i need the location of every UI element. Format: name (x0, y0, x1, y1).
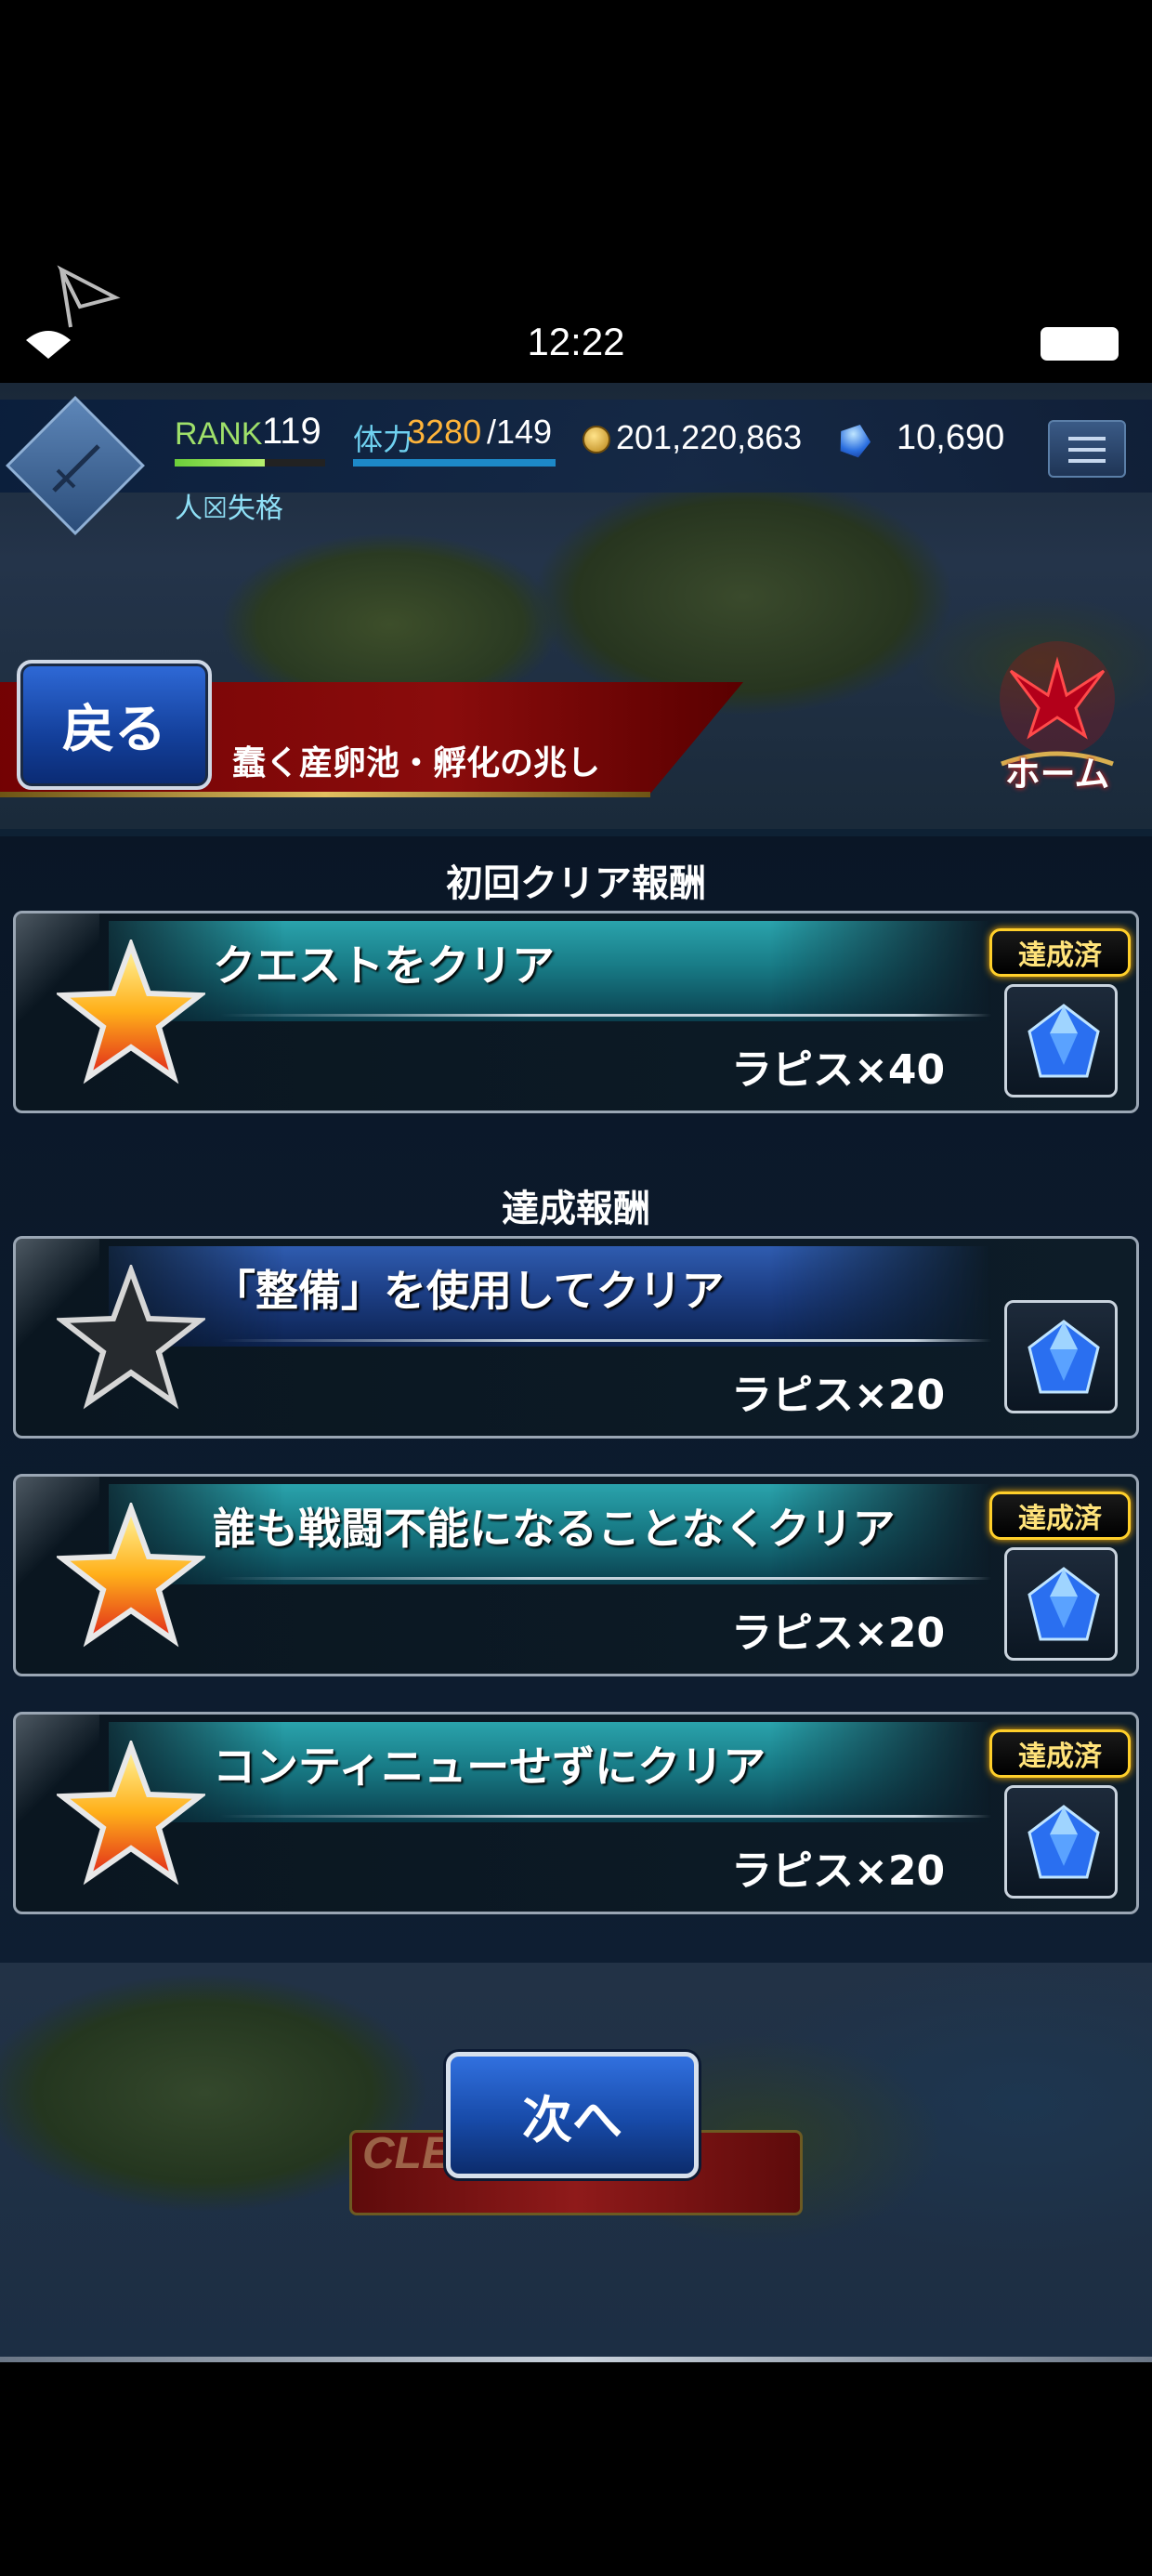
completed-badge: 達成済 (989, 1729, 1131, 1778)
reward-title: コンティニューせずにクリア (213, 1741, 766, 1792)
reward-card-1: クエストをクリア ラピス×40 達成済 (13, 911, 1139, 1113)
reward-card-3: 誰も戦闘不能になることなくクリア ラピス×20 達成済 (13, 1474, 1139, 1676)
reward-title: 誰も戦闘不能になることなくクリア (213, 1504, 896, 1554)
star-gold-icon (57, 1741, 205, 1886)
rank-exp-bar (175, 459, 325, 467)
menu-icon (1068, 437, 1106, 440)
reward-title: 「整備」を使用してクリア (213, 1266, 725, 1316)
star-gray-icon (57, 1265, 205, 1410)
bottom-letterbox (0, 2368, 1152, 2576)
sword-emblem-icon (52, 444, 100, 493)
first-clear-title: 初回クリア報酬 (446, 862, 706, 905)
lapis-reward-box (1004, 1300, 1118, 1413)
status-bar: 12:22 (0, 0, 1152, 381)
game-screen: RANK 119 体力 3280 /149 201,220,863 10,690… (0, 383, 1152, 2362)
lapis-crystal-icon (1028, 1320, 1100, 1394)
gil-amount: 201,220,863 (616, 418, 803, 456)
stamina-label: 体力 (353, 422, 413, 457)
star-gold-icon (57, 940, 205, 1084)
lapis-reward-box (1004, 1785, 1118, 1899)
lapis-reward-box (1004, 984, 1118, 1097)
lapis-crystal-icon (1028, 1567, 1100, 1641)
star-gold-icon (57, 1503, 205, 1648)
reward-amount: ラピス×20 (731, 1610, 946, 1657)
clock: 12:22 (527, 320, 625, 363)
lapis-reward-box (1004, 1547, 1118, 1661)
stamina-value: 3280 (407, 413, 482, 451)
completed-badge: 達成済 (989, 928, 1131, 977)
reward-amount: ラピス×20 (731, 1847, 946, 1895)
clear-banner-text: CLE (362, 2129, 452, 2178)
lapis-crystal-icon (1028, 1805, 1100, 1879)
back-button[interactable]: 戻る (17, 660, 212, 790)
stamina-max: /149 (487, 413, 553, 451)
reward-title: クエストをクリア (213, 940, 555, 991)
reward-card-2: 「整備」を使用してクリア ラピス×20 (13, 1236, 1139, 1439)
completed-badge: 達成済 (989, 1492, 1131, 1540)
quest-name: 蠢く産卵池・孵化の兆し (232, 744, 601, 782)
lapis-crystal-icon (1028, 1004, 1100, 1078)
reward-card-4: コンティニューせずにクリア ラピス×20 達成済 (13, 1712, 1139, 1914)
next-button[interactable]: 次へ (446, 2052, 699, 2178)
home-button-label[interactable]: ホーム (983, 745, 1132, 796)
player-name: 人☒失格 (175, 493, 283, 525)
reward-amount: ラピス×20 (731, 1372, 946, 1419)
battery-icon (1041, 327, 1119, 361)
rank-value: 119 (262, 411, 321, 452)
rank-label: RANK (175, 416, 263, 452)
gil-coin-icon (583, 426, 610, 453)
menu-button[interactable] (1048, 420, 1126, 478)
reward-amount: ラピス×40 (731, 1046, 946, 1094)
lapis-amount: 10,690 (897, 418, 1005, 457)
achievement-title: 達成報酬 (502, 1188, 650, 1230)
stamina-bar (353, 459, 556, 467)
bottom-frame (0, 2357, 1152, 2362)
title-band-trim (0, 792, 650, 797)
